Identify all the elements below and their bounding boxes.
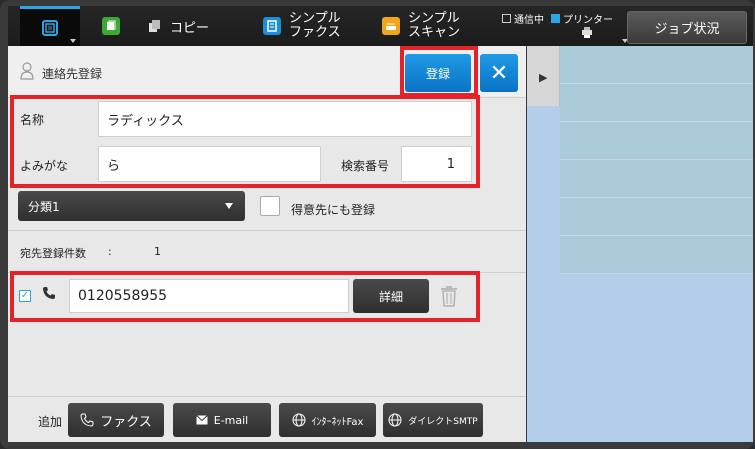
add-fax-button[interactable]: ファクス [68, 403, 164, 437]
simple-fax-label-1: シンプル [289, 11, 341, 26]
register-highlight [400, 46, 478, 97]
printer-indicator [551, 14, 560, 23]
status-area[interactable]: 通信中 プリンター [502, 6, 628, 46]
chevron-down-icon [70, 39, 76, 43]
add-direct-smtp-button[interactable]: ダイレクトSMTP [383, 403, 483, 437]
page-title: 連絡先登録 [42, 67, 103, 81]
close-button[interactable]: ✕ [480, 54, 518, 92]
destination-count-label: 宛先登録件数 [20, 247, 86, 260]
copy-button[interactable]: コピー [148, 6, 209, 46]
copy-icon [148, 19, 162, 33]
simple-scan-label-1: シンプル [408, 11, 460, 26]
add-destination-bar: 追加 ファクス E-mail ｲﾝﾀｰﾈｯﾄFax ダイレクトSMTP [8, 396, 526, 442]
mail-icon [195, 415, 208, 425]
destination-count-area: 宛先登録件数 : 1 [8, 230, 526, 272]
fax-book-icon [263, 17, 281, 35]
simple-scan-button[interactable]: シンプル スキャン [382, 6, 460, 46]
favorite-checkbox[interactable] [260, 196, 280, 216]
simple-scan-label-2: スキャン [408, 25, 461, 40]
expand-arrow-icon: ▶ [539, 71, 548, 84]
destination-count-value: 1 [154, 245, 161, 258]
internet-fax-icon [292, 413, 306, 427]
direct-smtp-icon [388, 413, 402, 427]
copy-mode-button[interactable] [96, 6, 126, 46]
fax-icon [80, 413, 94, 427]
add-direct-smtp-label: ダイレクトSMTP [408, 416, 478, 427]
expand-panel-tab[interactable]: ▶ [527, 46, 560, 106]
form-highlight [10, 95, 480, 188]
list-item[interactable] [560, 122, 753, 160]
add-internet-fax-button[interactable]: ｲﾝﾀｰﾈｯﾄFax [279, 403, 376, 437]
screen: コピー シンプル ファクス シンプル スキャン 通信中 プリンター ジョブ状況 … [0, 0, 755, 449]
scan-icon [382, 17, 400, 35]
status-printer-label: プリンター [563, 15, 613, 26]
green-copy-icon [102, 17, 120, 35]
category-select[interactable]: 分類1 [18, 191, 245, 221]
contact-registration-panel: 連絡先登録 登録 ✕ 名称 ラディックス よみがな ら 検索番号 1 分類1 得… [8, 46, 526, 442]
add-email-button[interactable]: E-mail [173, 403, 271, 437]
dropdown-arrow-icon [225, 203, 233, 209]
printer-icon [580, 25, 594, 39]
home-tab[interactable] [20, 6, 80, 46]
right-list [560, 46, 753, 274]
destination-count-separator: : [108, 245, 112, 258]
person-icon [20, 62, 34, 80]
list-item[interactable] [560, 198, 753, 236]
list-item[interactable] [560, 236, 753, 274]
right-panel: ▶ [527, 46, 753, 442]
add-fax-label: ファクス [100, 414, 152, 430]
job-status-button[interactable]: ジョブ状況 [627, 11, 747, 44]
add-label: 追加 [38, 415, 63, 429]
top-bar: コピー シンプル ファクス シンプル スキャン 通信中 プリンター ジョブ状況 [8, 6, 753, 46]
add-internet-fax-label: ｲﾝﾀｰﾈｯﾄFax [311, 416, 364, 428]
copy-label: コピー [170, 20, 210, 36]
favorite-label: 得意先にも登録 [291, 203, 376, 217]
add-email-label: E-mail [213, 413, 249, 427]
list-item[interactable] [560, 46, 753, 84]
sending-indicator [502, 14, 511, 23]
status-row: 通信中 プリンター [502, 11, 613, 26]
address-book-icon [42, 19, 58, 36]
status-sending-label: 通信中 [514, 15, 544, 26]
list-item[interactable] [560, 84, 753, 122]
category-value: 分類1 [28, 199, 60, 214]
simple-fax-label-2: ファクス [289, 25, 341, 40]
destination-highlight [10, 271, 480, 322]
simple-fax-button[interactable]: シンプル ファクス [263, 6, 341, 46]
list-item[interactable] [560, 160, 753, 198]
